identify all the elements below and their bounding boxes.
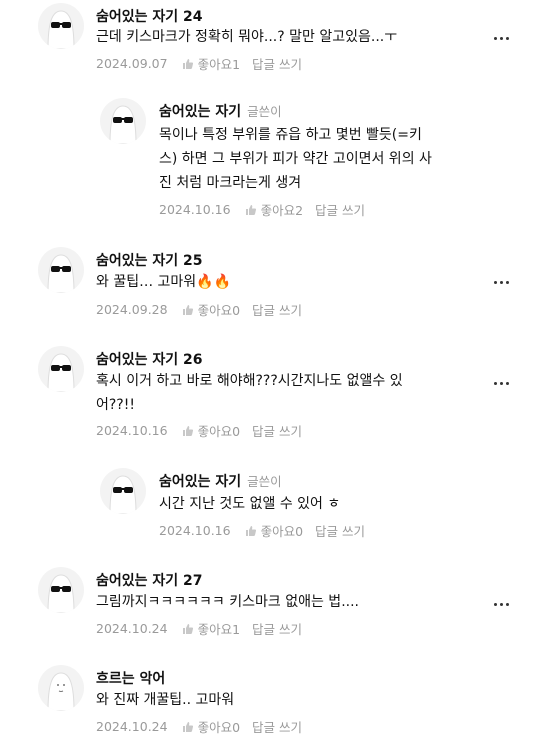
comment-author[interactable]: 숨어있는 자기 글쓴이 xyxy=(159,471,282,491)
like-count: 좋아요2 xyxy=(260,203,304,218)
comment-date: 2024.10.16 xyxy=(96,423,168,438)
comment-line: 근데 키스마크가 정확히 뭐야...? 말만 알고있음...ㅜ xyxy=(96,29,398,45)
comment-item: 숨어있는 자기 27 그림까지ㅋㅋㅋㅋㅋㅋ 키스마크 없애는 법.... 202… xyxy=(0,564,545,644)
comment-text: 그림까지ㅋㅋㅋㅋㅋㅋ 키스마크 없애는 법.... xyxy=(96,590,486,614)
more-options-icon[interactable] xyxy=(491,373,511,393)
comment-item: 숨어있는 자기 25 와 꿀팁… 고마워🔥🔥 2024.09.28 좋아요0 답… xyxy=(0,244,545,324)
comment-date: 2024.10.24 xyxy=(96,719,168,734)
comment-meta: 2024.09.07 좋아요1 답글 쓰기 xyxy=(96,54,302,73)
reply-button[interactable]: 답글 쓰기 xyxy=(252,421,302,440)
comment-line: 혹시 이거 하고 바로 해야해???시간지나도 없앨수 있 xyxy=(96,373,403,389)
reply-button[interactable]: 답글 쓰기 xyxy=(252,300,302,319)
comment-line: 그림까지ㅋㅋㅋㅋㅋㅋ 키스마크 없애는 법.... xyxy=(96,594,359,610)
reply-item: 숨어있는 자기 글쓴이 목이나 특정 부위를 쥬읍 하고 몇번 빨듯(=키 스) … xyxy=(0,90,545,230)
thumbs-up-icon xyxy=(182,425,193,436)
sunglasses-ghost-avatar[interactable] xyxy=(38,247,84,293)
comment-date: 2024.10.24 xyxy=(96,621,168,636)
comment-date: 2024.09.28 xyxy=(96,302,168,317)
comment-text: 목이나 특정 부위를 쥬읍 하고 몇번 빨듯(=키 스) 하면 그 부위가 피가… xyxy=(159,123,469,195)
like-button[interactable]: 좋아요1 xyxy=(182,54,240,73)
comment-meta: 2024.09.28 좋아요0 답글 쓰기 xyxy=(96,300,302,319)
reply-button[interactable]: 답글 쓰기 xyxy=(315,200,365,219)
comment-line: 진 처럼 마크라는게 생겨 xyxy=(159,175,302,191)
comment-author[interactable]: 숨어있는 자기 24 xyxy=(96,6,203,26)
plain-ghost-avatar[interactable] xyxy=(38,665,84,711)
sunglasses-ghost-avatar[interactable] xyxy=(38,567,84,613)
like-button[interactable]: 좋아요0 xyxy=(245,521,303,540)
comment-meta: 2024.10.24 좋아요0 답글 쓰기 xyxy=(96,717,302,736)
comment-item: 숨어있는 자기 24 근데 키스마크가 정확히 뭐야...? 말만 알고있음..… xyxy=(0,0,545,80)
comment-meta: 2024.10.16 좋아요2 답글 쓰기 xyxy=(159,200,365,219)
comment-meta: 2024.10.16 좋아요0 답글 쓰기 xyxy=(159,521,365,540)
like-button[interactable]: 좋아요0 xyxy=(182,717,240,736)
thumbs-up-icon xyxy=(182,623,193,634)
reply-button[interactable]: 답글 쓰기 xyxy=(252,619,302,638)
comment-author[interactable]: 숨어있는 자기 25 xyxy=(96,250,203,270)
sunglasses-ghost-avatar[interactable] xyxy=(38,346,84,392)
comment-line: 시간 지난 것도 없앨 수 있어 ㅎ xyxy=(159,496,341,512)
comment-meta: 2024.10.24 좋아요1 답글 쓰기 xyxy=(96,619,302,638)
comment-text: 혹시 이거 하고 바로 해야해???시간지나도 없앨수 있 어??!! xyxy=(96,369,486,417)
like-count: 좋아요0 xyxy=(260,524,304,539)
comment-line: 와 진짜 개꿀팁.. 고마워 xyxy=(96,692,235,708)
thumbs-up-icon xyxy=(245,204,256,215)
comment-date: 2024.09.07 xyxy=(96,56,168,71)
like-count: 좋아요0 xyxy=(197,303,241,318)
author-name: 숨어있는 자기 xyxy=(159,104,242,120)
like-button[interactable]: 좋아요2 xyxy=(245,200,303,219)
thumbs-up-icon xyxy=(182,304,193,315)
like-count: 좋아요1 xyxy=(197,622,241,637)
reply-button[interactable]: 답글 쓰기 xyxy=(252,54,302,73)
sunglasses-ghost-avatar[interactable] xyxy=(100,468,146,514)
like-count: 좋아요0 xyxy=(197,720,241,735)
comment-line: 어??!! xyxy=(96,397,135,413)
comment-author[interactable]: 숨어있는 자기 글쓴이 xyxy=(159,101,282,121)
comment-line: 목이나 특정 부위를 쥬읍 하고 몇번 빨듯(=키 xyxy=(159,127,422,143)
comment-meta: 2024.10.16 좋아요0 답글 쓰기 xyxy=(96,421,302,440)
more-options-icon[interactable] xyxy=(491,272,511,292)
like-count: 좋아요1 xyxy=(197,57,241,72)
reply-button[interactable]: 답글 쓰기 xyxy=(252,717,302,736)
like-button[interactable]: 좋아요0 xyxy=(182,421,240,440)
comment-text: 와 진짜 개꿀팁.. 고마워 xyxy=(96,688,486,712)
reply-item: 숨어있는 자기 글쓴이 시간 지난 것도 없앨 수 있어 ㅎ 2024.10.16… xyxy=(0,460,545,550)
comment-text: 와 꿀팁… 고마워🔥🔥 xyxy=(96,270,486,294)
like-button[interactable]: 좋아요1 xyxy=(182,619,240,638)
comment-line: 스) 하면 그 부위가 피가 약간 고이면서 위의 사 xyxy=(159,151,432,167)
thumbs-up-icon xyxy=(182,721,193,732)
thumbs-up-icon xyxy=(245,525,256,536)
like-count: 좋아요0 xyxy=(197,424,241,439)
author-badge: 글쓴이 xyxy=(247,474,282,489)
comment-text: 근데 키스마크가 정확히 뭐야...? 말만 알고있음...ㅜ xyxy=(96,25,486,49)
comment-text: 시간 지난 것도 없앨 수 있어 ㅎ xyxy=(159,492,469,516)
comment-item: 흐르는 악어 와 진짜 개꿀팁.. 고마워 2024.10.24 좋아요0 답글… xyxy=(0,662,545,740)
comment-date: 2024.10.16 xyxy=(159,523,231,538)
comment-author[interactable]: 숨어있는 자기 27 xyxy=(96,570,203,590)
sunglasses-ghost-avatar[interactable] xyxy=(100,98,146,144)
thumbs-up-icon xyxy=(182,58,193,69)
author-badge: 글쓴이 xyxy=(247,104,282,119)
more-options-icon[interactable] xyxy=(491,594,511,614)
comment-line: 와 꿀팁… 고마워🔥🔥 xyxy=(96,274,232,290)
comment-author[interactable]: 흐르는 악어 xyxy=(96,668,165,688)
author-name: 숨어있는 자기 xyxy=(159,474,242,490)
reply-button[interactable]: 답글 쓰기 xyxy=(315,521,365,540)
more-options-icon[interactable] xyxy=(491,28,511,48)
comment-author[interactable]: 숨어있는 자기 26 xyxy=(96,349,203,369)
sunglasses-ghost-avatar[interactable] xyxy=(38,3,84,49)
comment-item: 숨어있는 자기 26 혹시 이거 하고 바로 해야해???시간지나도 없앨수 있… xyxy=(0,343,545,443)
like-button[interactable]: 좋아요0 xyxy=(182,300,240,319)
comment-date: 2024.10.16 xyxy=(159,202,231,217)
